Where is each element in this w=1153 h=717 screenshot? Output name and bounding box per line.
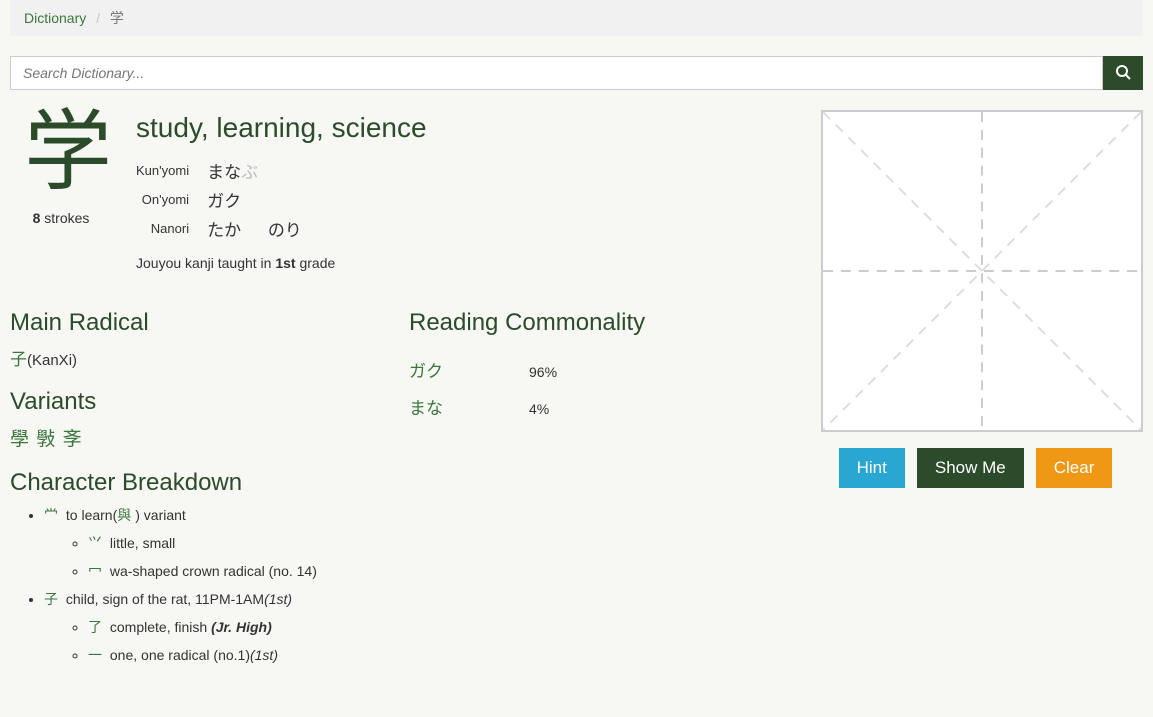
variant-1[interactable]: 斅 (36, 429, 55, 450)
grade-num: 1st (275, 255, 295, 271)
breakdown-item-0-0: ⺍ little, small (88, 533, 778, 553)
breakdown-tag-1-1: (1st) (250, 647, 278, 663)
search-input[interactable] (10, 56, 1103, 90)
nanori-label: Nanori (136, 216, 197, 241)
breakdown-tag-1: (1st) (264, 591, 292, 607)
onyomi-label: On'yomi (136, 187, 197, 212)
commonality-value-0: 96% (529, 357, 557, 382)
nanori-item-0: たか (207, 216, 241, 241)
breakdown-desc-0b: ) variant (135, 507, 186, 523)
breakdown-heading: Character Breakdown (10, 469, 778, 497)
main-radical-heading: Main Radical (10, 309, 379, 337)
breakdown-link-0[interactable]: 與 (117, 507, 131, 523)
stroke-practice-box[interactable] (821, 110, 1143, 432)
breakdown-component-0-0[interactable]: ⺍ (88, 535, 102, 551)
main-radical-source: (KanXi) (27, 352, 77, 369)
variants-list: 學 斅 斈 (10, 424, 379, 451)
breakdown-desc-0-1: wa-shaped crown radical (no. 14) (110, 563, 317, 579)
commonality-reading-0: ガク (409, 357, 529, 382)
breakdown-component-0[interactable]: 龸 (44, 507, 58, 523)
breakdown-desc-1: child, sign of the rat, 11PM-1AM (66, 591, 264, 607)
breadcrumb-root-link[interactable]: Dictionary (24, 10, 86, 26)
breakdown-component-1-0[interactable]: 了 (88, 619, 102, 635)
variants-heading: Variants (10, 388, 379, 416)
breakdown-desc-1-1: one, one radical (no.1) (110, 647, 250, 663)
main-radical-char[interactable]: 子 (10, 350, 27, 369)
breakdown-item-0-1: 冖 wa-shaped crown radical (no. 14) (88, 561, 778, 581)
breakdown-desc-1-0: complete, finish (110, 619, 211, 635)
breakdown-desc-0a: to learn( (66, 507, 117, 523)
kunyomi-value: まなぶ (207, 158, 324, 183)
commonality-row-1: まな 4% (409, 394, 557, 419)
breadcrumb: Dictionary / 学 (10, 0, 1143, 36)
breakdown-component-1[interactable]: 子 (44, 591, 58, 607)
breakdown-component-1-1[interactable]: 一 (88, 647, 102, 663)
commonality-heading: Reading Commonality (409, 309, 778, 337)
stroke-count: 8 strokes (10, 210, 112, 226)
commonality-reading-1: まな (409, 394, 529, 419)
kanji-header-left: 学 8 strokes (10, 110, 112, 271)
breakdown-desc-0-0: little, small (110, 535, 175, 551)
kunyomi-label: Kun'yomi (136, 158, 197, 183)
breakdown-item-1-1: 一 one, one radical (no.1)(1st) (88, 645, 778, 665)
hint-button[interactable]: Hint (839, 448, 905, 488)
search-button[interactable] (1103, 56, 1143, 90)
nanori-value: たか のり (207, 216, 324, 241)
breakdown-item-1-0: 了 complete, finish (Jr. High) (88, 617, 778, 637)
grade-prefix: Jouyou kanji taught in (136, 255, 275, 271)
practice-grid-icon (823, 112, 1141, 430)
grade-suffix: grade (296, 255, 336, 271)
breadcrumb-separator: / (90, 10, 106, 26)
kanji-meaning: study, learning, science (136, 112, 778, 144)
breakdown-component-0-1[interactable]: 冖 (88, 563, 102, 579)
breakdown-tag-1-0: (Jr. High) (211, 619, 272, 635)
onyomi-value: ガク (207, 187, 324, 212)
breakdown-item-1: 子 child, sign of the rat, 11PM-1AM(1st) … (44, 589, 778, 665)
kunyomi-okurigana: ぶ (241, 163, 258, 182)
clear-button[interactable]: Clear (1036, 448, 1113, 488)
nanori-item-1: のり (268, 216, 302, 241)
grade-line: Jouyou kanji taught in 1st grade (136, 255, 778, 271)
stroke-count-suffix: strokes (40, 210, 89, 226)
kunyomi-main: まな (207, 163, 241, 182)
main-radical-line: 子(KanXi) (10, 345, 379, 370)
variant-2[interactable]: 斈 (63, 429, 82, 450)
practice-buttons: Hint Show Me Clear (808, 448, 1143, 488)
breakdown-list: 龸 to learn(與) variant ⺍ little, small 冖 … (10, 505, 778, 665)
breakdown-item-0: 龸 to learn(與) variant ⺍ little, small 冖 … (44, 505, 778, 581)
commonality-row-0: ガク 96% (409, 357, 557, 382)
show-me-button[interactable]: Show Me (917, 448, 1024, 488)
commonality-value-1: 4% (529, 394, 557, 419)
search-bar (10, 56, 1143, 90)
search-icon (1115, 64, 1131, 83)
variant-0[interactable]: 學 (10, 429, 29, 450)
kanji-header-info: study, learning, science Kun'yomi まなぶ On… (136, 110, 778, 271)
kanji-glyph: 学 (10, 110, 112, 198)
breadcrumb-current: 学 (110, 10, 124, 26)
